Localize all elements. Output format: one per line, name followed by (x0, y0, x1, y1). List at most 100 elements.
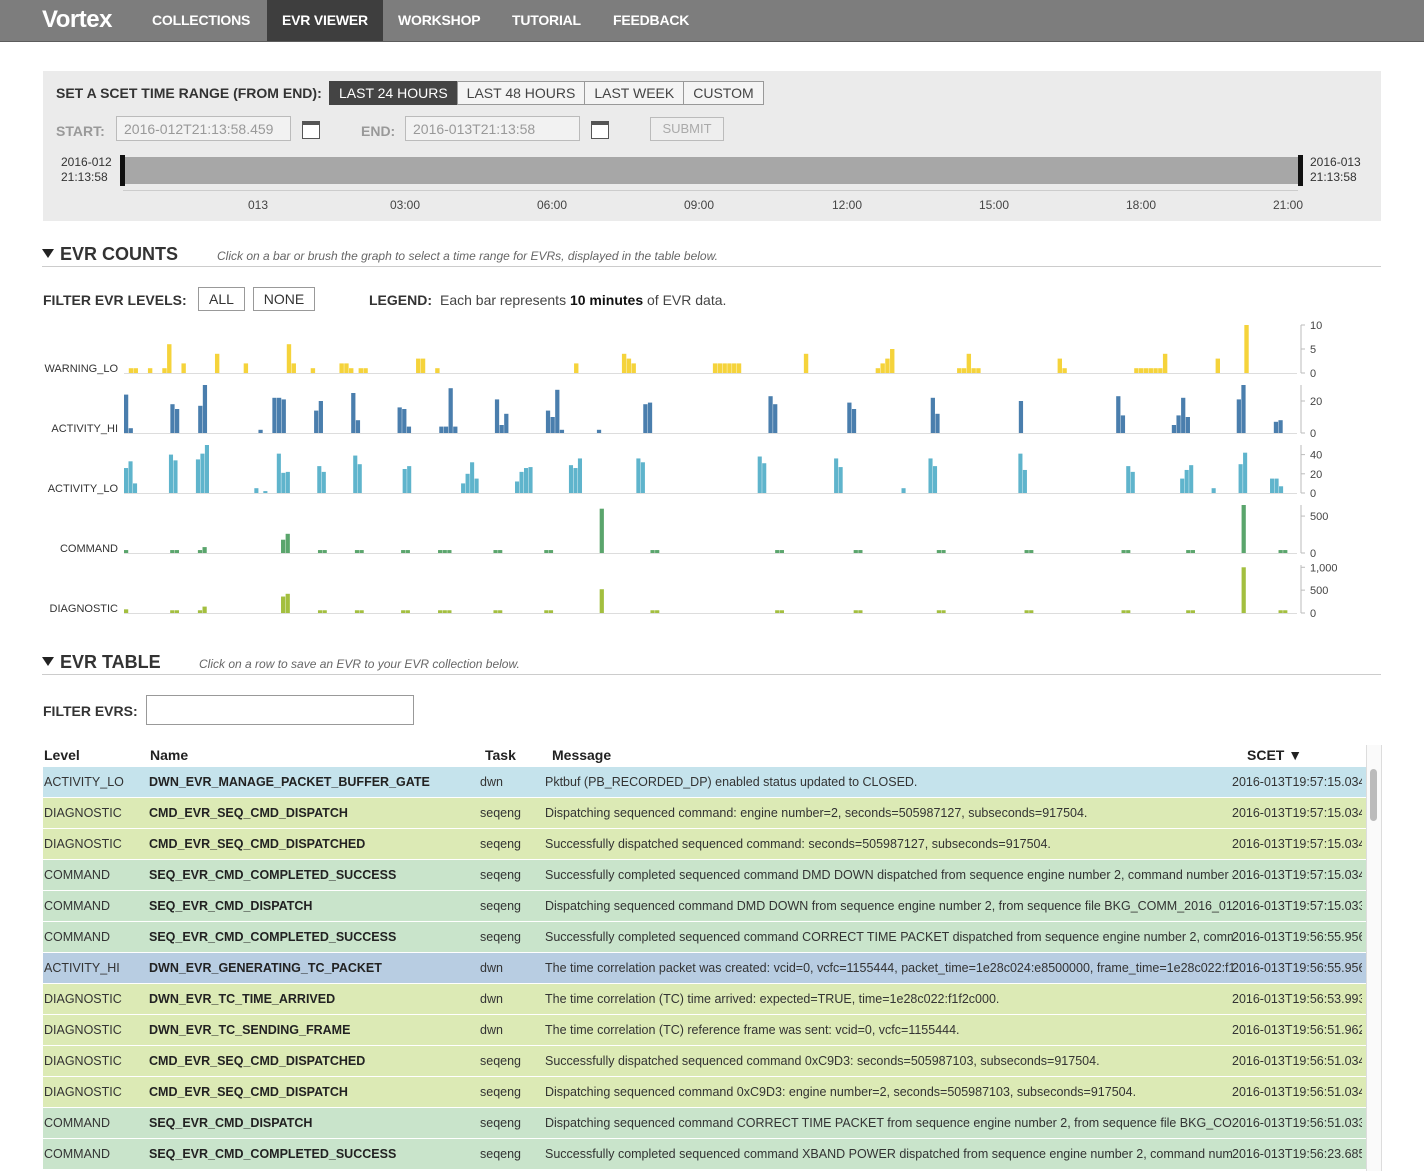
bar-diagnostic[interactable] (359, 610, 364, 613)
bar-warning-lo[interactable] (162, 368, 167, 373)
timeline-start-handle[interactable] (120, 155, 125, 186)
bar-diagnostic[interactable] (124, 609, 129, 613)
bar-activity-hi[interactable] (1181, 397, 1186, 433)
submit-button[interactable]: SUBMIT (650, 117, 724, 141)
bar-activity-lo[interactable] (402, 469, 407, 493)
bar-warning-lo[interactable] (621, 353, 627, 373)
bar-activity-lo[interactable] (1279, 486, 1284, 493)
bar-warning-lo[interactable] (1215, 358, 1220, 373)
bar-activity-hi[interactable] (847, 402, 852, 433)
bar-command[interactable] (1126, 550, 1131, 553)
col-scet-sorted[interactable]: SCET ▼ (1247, 747, 1302, 763)
bar-warning-lo[interactable] (727, 363, 732, 373)
bar-diagnostic[interactable] (775, 610, 780, 613)
bar-warning-lo[interactable] (803, 353, 809, 373)
bar-diagnostic[interactable] (1024, 610, 1029, 613)
bar-activity-hi[interactable] (647, 402, 653, 433)
bar-command[interactable] (281, 539, 286, 553)
bar-command[interactable] (936, 550, 942, 553)
timeline-brush[interactable] (123, 157, 1298, 184)
bar-activity-lo[interactable] (577, 458, 583, 493)
bar-command[interactable] (1278, 550, 1283, 553)
nav-tutorial[interactable]: TUTORIAL (497, 0, 596, 41)
bar-activity-lo[interactable] (128, 461, 133, 493)
bar-diagnostic[interactable] (322, 610, 327, 613)
bar-diagnostic[interactable] (174, 610, 180, 613)
end-input[interactable]: 2016-013T21:13:58 (405, 116, 580, 141)
bar-command[interactable] (124, 550, 129, 553)
bar-command[interactable] (853, 550, 858, 553)
bar-warning-lo[interactable] (722, 363, 727, 373)
bar-command[interactable] (317, 550, 323, 553)
bar-activity-lo[interactable] (254, 488, 259, 493)
filter-evrs-input[interactable] (146, 695, 414, 725)
bar-command[interactable] (359, 550, 364, 553)
bar-diagnostic[interactable] (285, 593, 290, 613)
bar-activity-lo[interactable] (321, 471, 326, 493)
bar-activity-hi[interactable] (559, 429, 565, 433)
bar-warning-lo[interactable] (1139, 368, 1144, 373)
bar-activity-hi[interactable] (202, 385, 208, 433)
bar-warning-lo[interactable] (291, 363, 296, 373)
bar-activity-lo[interactable] (528, 467, 533, 493)
bar-activity-lo[interactable] (470, 462, 475, 493)
bar-activity-lo[interactable] (124, 468, 129, 493)
bar-warning-lo[interactable] (435, 368, 440, 373)
bar-activity-hi[interactable] (124, 394, 129, 433)
bar-command[interactable] (498, 550, 503, 553)
table-row[interactable]: COMMAND SEQ_EVR_CMD_DISPATCH seqeng Dispatc… (43, 891, 1366, 922)
bar-activity-lo[interactable] (762, 463, 767, 493)
bar-activity-hi[interactable] (643, 404, 648, 433)
bar-activity-lo[interactable] (573, 468, 578, 493)
bar-command[interactable] (1190, 550, 1195, 553)
bar-activity-lo[interactable] (353, 455, 358, 493)
bar-activity-hi[interactable] (768, 396, 773, 433)
bar-warning-lo[interactable] (420, 358, 426, 373)
bar-activity-hi[interactable] (453, 426, 458, 433)
bar-warning-lo[interactable] (1134, 368, 1139, 373)
bar-warning-lo[interactable] (631, 363, 636, 373)
table-row[interactable]: COMMAND SEQ_EVR_CMD_DISPATCH seqeng Dispatc… (43, 1108, 1366, 1139)
bar-activity-lo[interactable] (1126, 466, 1131, 493)
bar-activity-hi[interactable] (175, 409, 180, 433)
bar-diagnostic[interactable] (317, 610, 323, 613)
bar-activity-hi[interactable] (935, 413, 940, 433)
bar-activity-hi[interactable] (314, 410, 319, 433)
nav-workshop[interactable]: WORKSHOP (383, 0, 495, 41)
bar-activity-hi[interactable] (198, 405, 203, 433)
end-calendar-icon[interactable] (591, 121, 609, 139)
bar-activity-lo[interactable] (1270, 478, 1275, 493)
bar-activity-lo[interactable] (838, 467, 843, 493)
bar-warning-lo[interactable] (339, 363, 344, 373)
table-row[interactable]: COMMAND SEQ_EVR_CMD_COMPLETED_SUCCESS seqe… (43, 1139, 1366, 1170)
bar-warning-lo[interactable] (310, 368, 316, 373)
range-last-week[interactable]: LAST WEEK (584, 81, 685, 105)
bar-command[interactable] (438, 550, 443, 553)
bar-command[interactable] (655, 550, 660, 553)
table-row[interactable]: COMMAND SEQ_EVR_CMD_COMPLETED_SUCCESS seqe… (43, 860, 1366, 891)
bar-warning-lo[interactable] (957, 368, 962, 373)
bar-warning-lo[interactable] (286, 344, 292, 373)
bar-diagnostic[interactable] (1029, 610, 1034, 613)
bar-command[interactable] (493, 550, 498, 553)
bar-activity-hi[interactable] (494, 399, 500, 433)
bar-activity-lo[interactable] (640, 462, 645, 493)
bar-activity-hi[interactable] (355, 420, 361, 433)
bar-activity-lo[interactable] (276, 453, 281, 493)
bar-activity-hi[interactable] (1176, 415, 1181, 433)
bar-activity-hi[interactable] (128, 428, 133, 433)
bar-warning-lo[interactable] (1057, 358, 1062, 373)
evr-counts-header[interactable]: EVR COUNTS (42, 244, 178, 265)
bar-warning-lo[interactable] (344, 363, 349, 373)
bar-warning-lo[interactable] (736, 363, 742, 373)
bar-diagnostic[interactable] (853, 610, 858, 613)
bar-command[interactable] (322, 550, 327, 553)
bar-activity-hi[interactable] (1273, 421, 1279, 433)
bar-command[interactable] (775, 550, 780, 553)
bar-activity-lo[interactable] (1243, 452, 1248, 493)
bar-diagnostic[interactable] (401, 610, 406, 613)
bar-command[interactable] (442, 550, 447, 553)
bar-diagnostic[interactable] (858, 610, 863, 613)
bar-activity-lo[interactable] (281, 472, 286, 493)
brand-logo[interactable]: Vortex (42, 6, 112, 34)
